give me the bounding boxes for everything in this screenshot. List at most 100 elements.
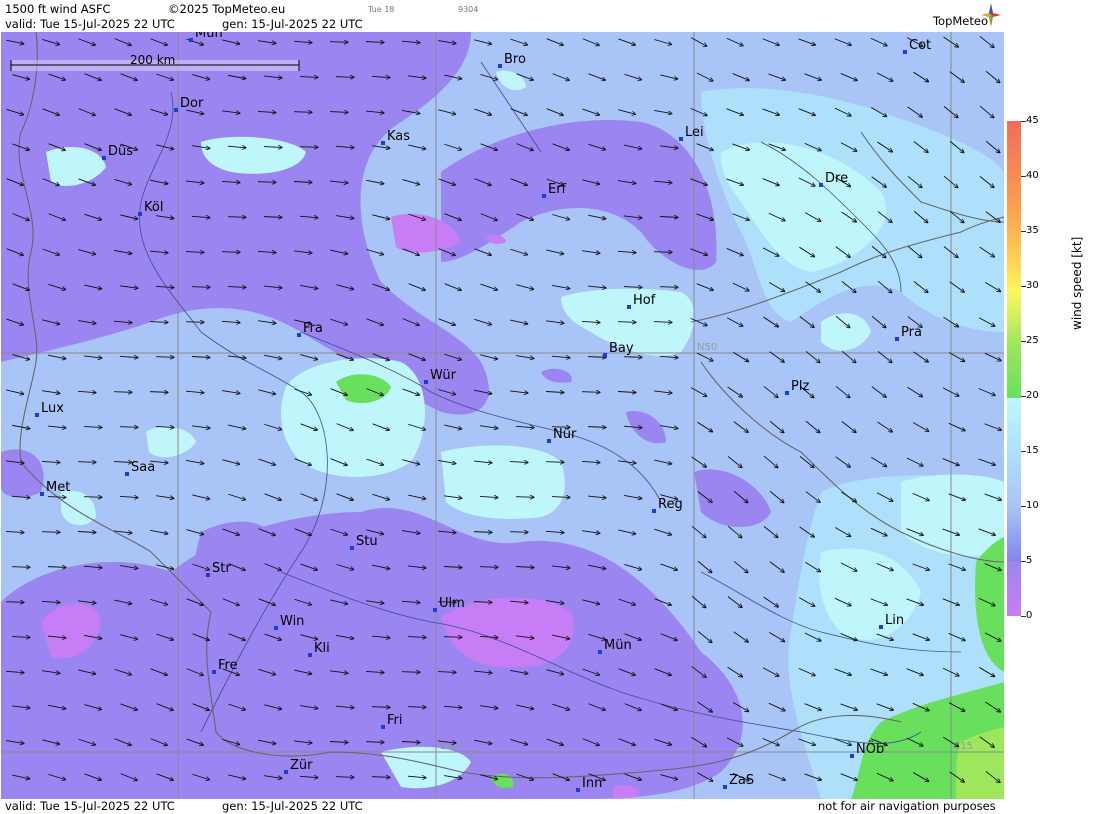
compass-logo-icon [981,3,1001,27]
legend-tick-label: 20 [1026,390,1039,401]
city-marker-kas [381,141,385,145]
city-marker-zas [723,785,727,789]
footer-valid: valid: Tue 15-Jul-2025 22 UTC [5,799,175,813]
footer-gen: gen: 15-Jul-2025 22 UTC [222,799,363,813]
wind-arrow [581,392,600,393]
city-label-dus: Düs [108,144,133,159]
city-marker-plz [785,391,789,395]
city-label-kol: Köl [144,200,163,215]
city-marker-wur [424,380,428,384]
gen-time: gen: 15-Jul-2025 22 UTC [222,17,363,31]
city-label-dre: Dre [825,171,848,186]
city-marker-lin [879,625,883,629]
city-marker-bay [603,353,607,357]
city-label-bro: Bro [504,52,526,67]
footer-disclaimer: not for air navigation purposes [818,799,996,813]
wind-arrow [257,182,276,183]
city-marker-dor [174,108,178,112]
legend-title: wind speed [kt] [1070,236,1084,330]
city-marker-fri [381,725,385,729]
wind-arrow [221,252,240,253]
wind-map[interactable]: N50 E10 E15 200 km Mün Dor Düs Köl Kas B… [1,32,1004,799]
city-marker-reg [652,509,656,513]
wind-arrow [365,742,384,743]
code-tag: 9304 [458,5,479,14]
city-marker-inn [576,788,580,792]
city-marker-cot [903,50,907,54]
grid-label-e15: E15 [954,741,973,752]
map-title: 1500 ft wind ASFC [5,2,111,16]
city-marker-saa [125,472,129,476]
city-label-pra: Pra [901,325,922,340]
legend-color-bar [1007,121,1021,616]
wind-arrow [515,497,534,498]
wind-arrow [41,532,60,533]
wind-arrow [335,77,354,78]
city-label-cot: Cot [909,38,931,53]
city-label-nob: NÖb [856,740,884,757]
city-label-str: Str [212,561,231,576]
city-marker-zur [284,770,288,774]
city-label-saa: Saa [131,460,155,475]
wind-arrow [617,322,636,323]
city-label-lin: Lin [885,613,904,628]
city-marker-lux [35,413,39,417]
city-label-hof: Hof [633,293,656,308]
legend-tick-label: 45 [1026,115,1039,126]
legend-tick-label: 10 [1026,500,1039,511]
city-label-inn: Inn [582,776,602,791]
header-bar: 1500 ft wind ASFC ©2025 TopMeteo.eu Tue … [0,0,1004,32]
city-marker-str [206,573,210,577]
city-label-mun: Mün [604,638,632,653]
valid-time: valid: Tue 15-Jul-2025 22 UTC [5,17,175,31]
wind-arrow [119,427,138,428]
city-marker-mun_top [189,38,193,42]
legend-tick-label: 0 [1026,610,1033,621]
city-label-bay: Bay [609,341,634,356]
day-tag: Tue 18 [368,5,395,14]
city-label-lei: Lei [685,125,704,140]
wind-speed-legend: 45 40 35 30 25 20 15 10 5 0 wind speed [kt] [1004,0,1095,814]
city-marker-stu [350,546,354,550]
city-marker-kli [308,653,312,657]
city-marker-win [274,626,278,630]
city-marker-erf [542,194,546,198]
city-marker-met [40,492,44,496]
legend-tick-label: 35 [1026,225,1039,236]
city-marker-nur [547,439,551,443]
city-marker-kol [138,212,142,216]
city-label-win: Win [280,614,304,629]
city-label-dor: Dor [180,96,204,111]
legend-tick-label: 25 [1026,335,1039,346]
city-marker-dus [102,156,106,160]
wind-arrow [5,602,24,603]
city-label-ulm: Ulm [439,596,465,611]
city-marker-bro [498,64,502,68]
scale-bar-label: 200 km [130,53,175,67]
legend-tick-label: 15 [1026,445,1039,456]
city-label-fra: Fra [303,321,323,336]
legend-tick-label: 40 [1026,170,1039,181]
map-canvas: N50 E10 E15 200 km MünDorDüsKölKasBroLei… [1,32,1004,799]
city-label-stu: Stu [356,534,378,549]
city-marker-lei [679,137,683,141]
city-marker-hof [627,305,631,309]
city-label-plz: Plz [791,379,809,394]
city-label-fre: Fre [218,658,238,673]
copyright: ©2025 TopMeteo.eu [168,2,286,16]
city-label-zas: ZaS [729,773,754,788]
city-label-mun_top: Mün [195,32,223,41]
city-label-erf: Erf [548,182,567,197]
city-marker-ulm [433,608,437,612]
wind-arrow [401,672,420,673]
legend-tick-label: 30 [1026,280,1039,291]
city-label-met: Met [46,480,70,495]
city-label-zur: Zür [290,758,313,773]
city-label-kli: Kli [314,641,330,656]
city-marker-dre [819,183,823,187]
city-marker-fra [297,333,301,337]
city-label-nur: Nür [553,427,577,442]
city-label-wur: Wür [430,368,457,383]
city-label-fri: Fri [387,713,403,728]
footer-bar: valid: Tue 15-Jul-2025 22 UTC gen: 15-Ju… [0,799,1004,814]
